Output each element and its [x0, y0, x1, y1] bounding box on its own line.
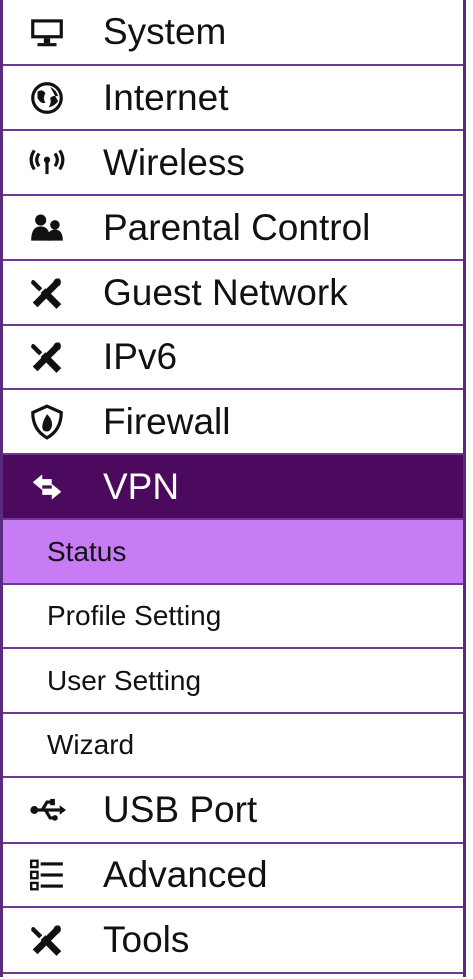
submenu-item-status[interactable]: Status: [3, 520, 463, 585]
submenu-item-label: User Setting: [47, 664, 202, 696]
list-icon: [25, 853, 69, 897]
tools-icon: [25, 918, 69, 962]
submenu-item-profile-setting[interactable]: Profile Setting: [3, 585, 463, 649]
menu-item-label: IPv6: [103, 336, 178, 377]
menu-item-system[interactable]: System: [3, 0, 463, 66]
tools-icon: [25, 335, 69, 379]
menu-item-ipv6[interactable]: IPv6: [3, 326, 463, 390]
sidebar-menu: System Internet Wireless Parental Contro…: [0, 0, 466, 977]
wireless-icon: [25, 141, 69, 185]
menu-item-label: USB Port: [103, 789, 258, 830]
menu-item-label: Wireless: [103, 141, 245, 183]
submenu-item-wizard[interactable]: Wizard: [3, 714, 463, 778]
monitor-icon: [25, 10, 69, 54]
menu-item-label: System: [103, 11, 227, 52]
globe-icon: [25, 76, 69, 120]
menu-item-label: Parental Control: [103, 206, 371, 248]
menu-item-tools[interactable]: Tools: [3, 908, 463, 974]
submenu-item-user-setting[interactable]: User Setting: [3, 649, 463, 714]
menu-item-label: Guest Network: [103, 271, 348, 313]
tools-icon: [25, 271, 69, 315]
menu-item-label: VPN: [103, 465, 180, 507]
submenu-item-label: Wizard: [47, 729, 135, 760]
menu-item-firewall[interactable]: Firewall: [3, 390, 463, 455]
menu-item-label: Internet: [103, 76, 229, 118]
menu-item-usb-port[interactable]: USB Port: [3, 778, 463, 844]
menu-item-vpn[interactable]: VPN: [3, 455, 463, 520]
vpn-arrows-icon: [25, 465, 69, 509]
menu-item-internet[interactable]: Internet: [3, 66, 463, 131]
submenu-item-label: Profile Setting: [47, 600, 222, 631]
menu-item-label: Firewall: [103, 400, 231, 442]
menu-item-parental-control[interactable]: Parental Control: [3, 196, 463, 261]
menu-item-advanced[interactable]: Advanced: [3, 844, 463, 908]
submenu-item-label: Status: [47, 535, 127, 567]
menu-item-wireless[interactable]: Wireless: [3, 131, 463, 196]
menu-item-guest-network[interactable]: Guest Network: [3, 261, 463, 326]
menu-item-label: Advanced: [103, 854, 268, 895]
usb-icon: [25, 788, 69, 832]
shield-fire-icon: [25, 400, 69, 444]
users-icon: [25, 206, 69, 250]
menu-item-label: Tools: [103, 919, 190, 960]
